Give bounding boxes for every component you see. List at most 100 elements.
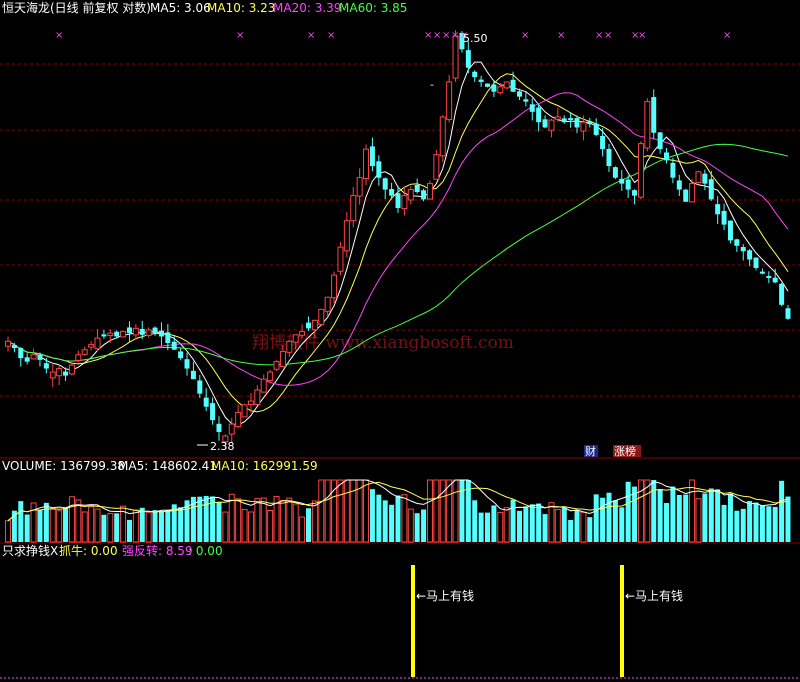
volume-bar-down xyxy=(139,507,145,542)
volume-bar-down xyxy=(785,496,791,542)
indicator-zhuaniu: 抓牛: 0.00 xyxy=(59,543,118,558)
candle-body-down xyxy=(651,97,657,133)
volume-bar-down xyxy=(126,519,132,542)
volume-bar-down xyxy=(702,493,708,542)
volume-bar-down xyxy=(683,494,689,542)
candle-body-up xyxy=(318,308,325,325)
candle-body-down xyxy=(664,152,670,161)
top-marker: × xyxy=(55,30,63,41)
volume-bar-down xyxy=(734,510,740,542)
volume-bar-down xyxy=(759,505,765,542)
indicator-third: : 0.00 xyxy=(188,544,223,558)
high-dash: - xyxy=(430,78,434,91)
candle-body-down xyxy=(510,79,516,92)
volume-bar-up xyxy=(94,508,101,543)
badge-zhangbang: 涨榜 xyxy=(614,444,636,458)
ma10-label: MA10: 3.23 xyxy=(207,1,275,15)
volume-bar-down xyxy=(753,502,759,542)
volume-bar-down xyxy=(421,509,427,542)
candle-body-down xyxy=(11,345,17,349)
candle-body-up xyxy=(30,354,37,360)
candle-body-down xyxy=(715,204,721,215)
chart-title: 恒天海龙(日线 前复权 对数) xyxy=(2,0,151,15)
volume-bar-up xyxy=(68,496,75,543)
volume-bar-down xyxy=(542,514,548,542)
candle-body-up xyxy=(88,344,95,348)
candle-body-up xyxy=(503,81,510,89)
candle-body-down xyxy=(171,341,177,350)
volume-bar-down xyxy=(114,513,120,542)
volume-bar-up xyxy=(637,479,644,543)
volume-bar-down xyxy=(389,504,395,542)
candle-body-down xyxy=(625,179,631,190)
candle-body-up xyxy=(446,81,453,121)
volume-bar-down xyxy=(376,494,382,542)
volume-bar-up xyxy=(439,479,446,543)
signal-bar-1 xyxy=(411,565,415,677)
candle-body-up xyxy=(241,404,248,418)
volume-bar-down xyxy=(721,504,727,542)
candle-body-up xyxy=(107,332,114,336)
volume-bar-up xyxy=(337,479,344,543)
candle-body-down xyxy=(536,107,542,123)
candle-body-up xyxy=(75,354,82,361)
candle-body-down xyxy=(529,104,535,112)
candle-body-down xyxy=(612,167,618,178)
volume-bar-up xyxy=(88,506,95,543)
volume-bar-up xyxy=(247,511,254,543)
candle-body-up xyxy=(5,340,11,347)
candle-body-down xyxy=(395,193,401,209)
volume-bar-up xyxy=(279,499,286,543)
volume-bar-up xyxy=(433,479,440,543)
indicator-qiangfanzhuan: 强反转: 8.59 xyxy=(122,543,193,558)
candle-body-down xyxy=(305,322,311,329)
candle-body-up xyxy=(94,337,101,350)
volume-bar-up xyxy=(56,510,63,543)
candle-body-down xyxy=(210,403,216,421)
candle-body-up xyxy=(273,361,280,370)
top-marker: × xyxy=(595,30,603,41)
candle-body-down xyxy=(216,423,222,432)
candle-body-down xyxy=(165,332,171,344)
badge-cai: 财 xyxy=(585,444,596,458)
candle-body-down xyxy=(727,220,733,241)
volume-bar-down xyxy=(101,514,107,542)
volume-bar-down xyxy=(510,499,516,542)
volume-bar-down xyxy=(727,493,733,542)
candle-body-down xyxy=(740,247,746,252)
candle-body-up xyxy=(331,274,338,299)
volume-bar-down xyxy=(619,507,625,542)
candle-body-down xyxy=(632,190,638,196)
candle-body-down xyxy=(721,210,727,225)
candle-body-down xyxy=(568,118,574,121)
volume-bar-down xyxy=(600,497,606,542)
volume-bar-up xyxy=(254,498,261,543)
volume-bar-up xyxy=(497,511,504,543)
volume-label: VOLUME: 136799.38 xyxy=(2,459,125,473)
volume-bar-down xyxy=(369,489,375,542)
volume-bar-up xyxy=(145,512,152,543)
candle-body-up xyxy=(120,331,127,338)
candle-body-down xyxy=(126,327,132,334)
volume-bar-down xyxy=(516,510,522,542)
top-marker: × xyxy=(433,30,441,41)
low-price-label: 2.38 xyxy=(210,440,235,453)
volume-bar-down xyxy=(625,481,631,542)
volume-bar-down xyxy=(593,494,599,542)
candle-body-down xyxy=(491,84,497,92)
top-marker: × xyxy=(236,30,244,41)
volume-bar-up xyxy=(401,494,408,543)
candle-body-down xyxy=(772,277,778,283)
ma60-label: MA60: 3.85 xyxy=(339,1,407,15)
candle-body-down xyxy=(753,257,759,268)
candle-body-down xyxy=(606,148,612,167)
volume-bar-down xyxy=(395,495,401,542)
candle-body-down xyxy=(708,179,714,200)
candle-body-down xyxy=(37,354,43,360)
volume-bar-down xyxy=(529,504,535,542)
candle-body-down xyxy=(561,118,567,123)
candle-body-up xyxy=(260,378,267,393)
volume-bar-down xyxy=(197,496,203,542)
candle-body-up xyxy=(433,154,440,180)
volume-bar-down xyxy=(670,486,676,542)
